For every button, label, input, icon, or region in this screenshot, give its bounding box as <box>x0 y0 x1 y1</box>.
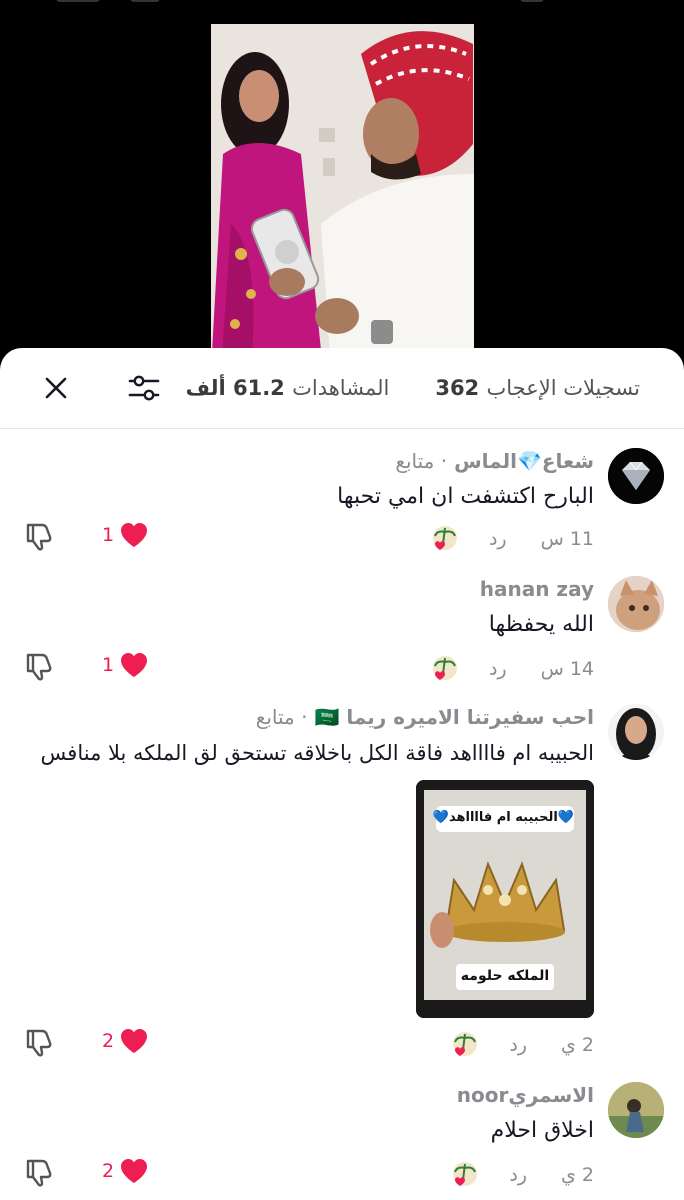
comment-time: 14 س <box>540 658 594 680</box>
status-bar-fragment <box>56 0 100 2</box>
diamond-avatar-image <box>608 448 664 504</box>
creator-liked-icon <box>449 1160 479 1190</box>
dislike-button[interactable] <box>24 651 54 681</box>
status-bar-fragment <box>520 0 544 2</box>
dislike-button[interactable] <box>24 521 54 551</box>
like-count: 1 <box>102 524 115 546</box>
thumbs-down-icon <box>26 1159 52 1187</box>
views-label: المشاهدات <box>292 376 390 400</box>
comment-time: 11 س <box>540 528 594 550</box>
thumbs-down-icon <box>26 523 52 551</box>
username-text: احب سفيرتنا الاميره ريما 🇸🇦 <box>314 705 594 729</box>
comment-text: الحبيبه ام فااااهد فاقة الكل باخلاقه تست… <box>40 741 594 765</box>
likes-label: تسجيلات الإعجاب <box>486 376 640 400</box>
username-text: الاسمريnoor <box>456 1083 594 1107</box>
reply-button[interactable]: رد <box>509 1164 527 1186</box>
avatar[interactable] <box>608 1082 664 1138</box>
sticker-top-caption: 💙الحبيبه ام فااااهد💙 <box>432 810 574 825</box>
video-thumbnail-image <box>211 24 474 370</box>
like-count: 2 <box>102 1160 115 1182</box>
comment-text: البارح اكتشفت ان امي تحبها <box>337 484 594 509</box>
status-bar-fragment <box>130 0 160 2</box>
landscape-avatar-image <box>608 1082 664 1138</box>
heart-icon <box>121 1029 148 1053</box>
heart-icon <box>121 523 148 547</box>
close-icon <box>45 377 67 399</box>
creator-liked-icon <box>429 654 459 684</box>
views-count: 61.2 ألف <box>185 376 285 400</box>
views-stat: المشاهدات 61.2 ألف <box>186 376 390 400</box>
heart-icon <box>121 1159 148 1183</box>
follow-status: · متابع <box>395 449 448 473</box>
woman-avatar-image <box>608 704 664 760</box>
dislike-button[interactable] <box>24 1157 54 1187</box>
avatar[interactable] <box>608 704 664 760</box>
like-button[interactable]: 1 <box>102 522 148 548</box>
like-button[interactable]: 2 <box>102 1158 148 1184</box>
sticker-bottom-caption: الملكه حلومه <box>460 968 550 984</box>
reply-button[interactable]: رد <box>509 1034 527 1056</box>
comment-username[interactable]: hanan zay <box>34 576 594 602</box>
reply-button[interactable]: رد <box>489 528 507 550</box>
comment-username[interactable]: احب سفيرتنا الاميره ريما 🇸🇦 · متابع <box>34 704 594 730</box>
avatar[interactable] <box>608 576 664 632</box>
creator-liked-icon <box>429 524 459 554</box>
video-player[interactable] <box>0 0 684 370</box>
video-frame[interactable] <box>211 24 474 370</box>
dislike-button[interactable] <box>24 1027 54 1057</box>
thumbs-down-icon <box>26 1029 52 1057</box>
comment-text: الله يحفظها <box>488 612 594 637</box>
like-count: 1 <box>102 654 115 676</box>
comment-username[interactable]: شعاع💎الماس · متابع <box>34 448 594 474</box>
heart-icon <box>121 653 148 677</box>
avatar[interactable] <box>608 448 664 504</box>
like-button[interactable]: 2 <box>102 1028 148 1054</box>
likes-stat: تسجيلات الإعجاب 362 <box>435 376 640 400</box>
filter-button[interactable] <box>126 370 162 406</box>
like-button[interactable]: 1 <box>102 652 148 678</box>
comment-sticker-image[interactable]: 💙الحبيبه ام فااااهد💙 الملكه حلومه <box>416 780 594 1018</box>
likes-count: 362 <box>435 376 480 400</box>
sliders-icon <box>128 375 160 401</box>
like-count: 2 <box>102 1030 115 1052</box>
comment-text: اخلاق احلام <box>490 1118 594 1143</box>
comment-username[interactable]: الاسمريnoor <box>34 1082 594 1108</box>
thumbs-down-icon <box>26 653 52 681</box>
follow-status: · متابع <box>255 705 308 729</box>
creator-liked-icon <box>449 1030 479 1060</box>
comments-header: تسجيلات الإعجاب 362 المشاهدات 61.2 ألف <box>0 348 684 429</box>
comment-time: 2 ي <box>560 1034 594 1056</box>
comment-time: 2 ي <box>560 1164 594 1186</box>
comments-sheet: تسجيلات الإعجاب 362 المشاهدات 61.2 ألف ش… <box>0 348 684 1200</box>
reply-button[interactable]: رد <box>489 658 507 680</box>
close-button[interactable] <box>38 370 74 406</box>
username-text: hanan zay <box>479 577 594 601</box>
cat-avatar-image <box>608 576 664 632</box>
username-text: شعاع💎الماس <box>454 449 594 473</box>
